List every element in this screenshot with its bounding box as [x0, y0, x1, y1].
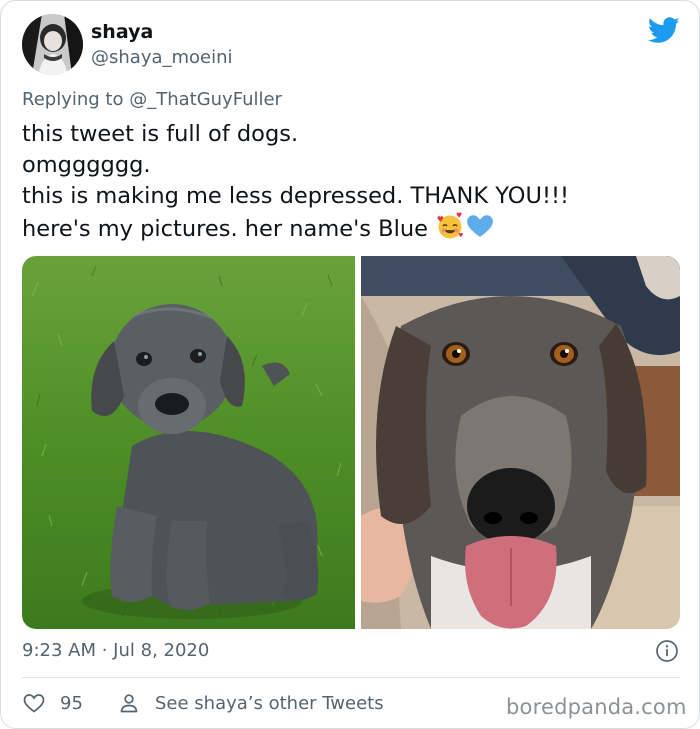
tweet-time: 9:23 AM: [22, 640, 96, 661]
person-icon[interactable]: [117, 691, 141, 715]
tweet-text: this tweet is full of dogs. omgggggg. th…: [22, 119, 682, 248]
display-name[interactable]: shaya: [91, 21, 153, 43]
tweet-timestamp[interactable]: 9:23 AM · Jul 8, 2020: [22, 640, 209, 661]
dog-photo-image: [361, 256, 680, 629]
divider: [22, 677, 680, 678]
avatar-image: [22, 14, 83, 75]
tweet-date: Jul 8, 2020: [113, 640, 210, 661]
tweet-line-last: here's my pictures. her name's Blue: [22, 212, 682, 248]
heart-icon[interactable]: [22, 691, 46, 715]
tweet-line: omgggggg.: [22, 152, 151, 178]
like-count[interactable]: 95: [60, 693, 83, 714]
tweet-line: this is making me less depressed. THANK …: [22, 183, 570, 209]
see-other-tweets-link[interactable]: See shaya’s other Tweets: [155, 693, 384, 714]
watermark: boredpanda.com: [506, 695, 687, 719]
user-handle[interactable]: @shaya_moeini: [91, 47, 233, 68]
blue-heart-icon: [465, 212, 495, 248]
info-icon[interactable]: [655, 639, 679, 663]
tweet-line: here's my pictures. her name's Blue: [22, 216, 436, 242]
tweet-photo-puppy[interactable]: [22, 256, 355, 629]
avatar[interactable]: [22, 14, 83, 75]
smiling-face-with-hearts-icon: [435, 212, 465, 248]
replying-prefix: Replying to: [22, 89, 130, 110]
tweet-card: shaya @shaya_moeini Replying to @_ThatGu…: [0, 0, 700, 729]
twitter-bird-icon[interactable]: [648, 17, 680, 44]
replying-to: Replying to @_ThatGuyFuller: [22, 89, 282, 110]
tweet-line: this tweet is full of dogs.: [22, 121, 299, 147]
reply-mention-link[interactable]: @_ThatGuyFuller: [129, 89, 282, 110]
puppy-photo-image: [22, 256, 355, 629]
timestamp-separator: ·: [96, 640, 114, 661]
tweet-photo-dog[interactable]: [361, 256, 680, 629]
